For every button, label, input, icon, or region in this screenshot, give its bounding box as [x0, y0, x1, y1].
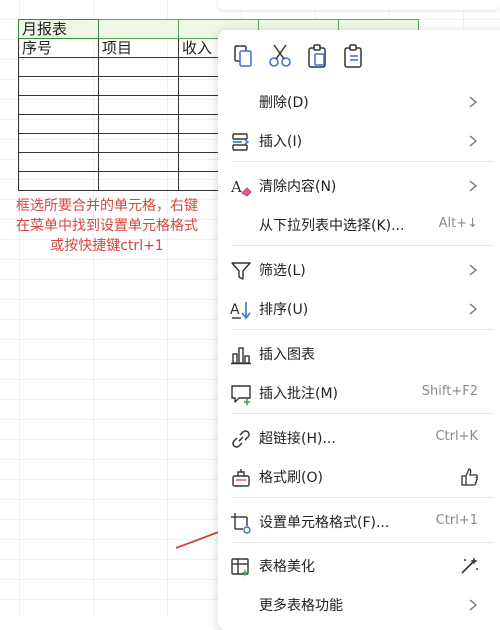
insert-icon — [232, 133, 250, 151]
menu-item-label: 插入批注(M) — [259, 386, 339, 402]
menu-separator — [232, 161, 494, 162]
menu-item-label: 从下拉列表中选择(K)... — [259, 218, 405, 234]
table-beautify-icon — [231, 558, 249, 577]
cell-format-icon — [231, 513, 251, 534]
chevron-right-icon — [469, 180, 478, 192]
menu-item-shortcut: Ctrl+K — [435, 429, 478, 444]
menu-item-shortcut: Shift+F2 — [421, 384, 478, 399]
menu-item-table-beautify[interactable]: 表格美化 — [218, 547, 500, 585]
header-cell-item[interactable]: 项目 — [98, 38, 179, 58]
menu-item-format-painter[interactable]: 格式刷(O) — [218, 458, 500, 496]
menu-item-label: 设置单元格格式(F)... — [259, 515, 390, 531]
cell-title[interactable]: 月报表 — [18, 19, 99, 39]
menu-item-format-cells[interactable]: 设置单元格格式(F)... Ctrl+1 — [218, 503, 500, 541]
menu-item-more-table-features[interactable]: 更多表格功能 — [218, 586, 500, 624]
annotation-line: 或按快捷键ctrl+1 — [50, 238, 164, 254]
cell[interactable] — [98, 57, 179, 77]
link-icon — [232, 430, 250, 448]
menu-separator — [232, 245, 494, 246]
cell[interactable] — [18, 57, 99, 77]
chart-icon — [231, 347, 251, 365]
menu-item-label: 格式刷(O) — [259, 470, 323, 486]
cell[interactable] — [98, 19, 179, 39]
comment-icon — [231, 385, 251, 405]
menu-separator — [232, 542, 494, 543]
menu-item-label: 筛选(L) — [259, 263, 306, 279]
cell[interactable] — [98, 171, 179, 191]
eraser-icon: A — [230, 178, 252, 197]
cut-icon[interactable] — [266, 42, 294, 70]
menu-item-insert-chart[interactable]: 插入图表 — [218, 335, 500, 373]
annotation-line: 在菜单中找到设置单元格格式 — [16, 218, 198, 234]
menu-item-label: 更多表格功能 — [259, 598, 343, 614]
cell[interactable] — [98, 95, 179, 115]
menu-item-label: 超链接(H)... — [259, 431, 336, 447]
thumbs-up-icon[interactable] — [458, 466, 480, 488]
format-brush-icon — [232, 469, 250, 487]
svg-text:A: A — [230, 302, 240, 318]
header-cell-index[interactable]: 序号 — [18, 38, 99, 58]
annotation-line: 框选所要合并的单元格，右键 — [16, 198, 198, 214]
chevron-right-icon — [469, 599, 478, 611]
menu-item-insert-comment[interactable]: 插入批注(M) Shift+F2 — [218, 374, 500, 412]
menu-item-label: 插入图表 — [259, 347, 315, 363]
paste-icon[interactable] — [304, 42, 332, 70]
cell[interactable] — [98, 114, 179, 134]
menu-item-shortcut: Alt+↓ — [438, 216, 478, 231]
menu-item-label: 删除(D) — [259, 95, 309, 111]
paste-special-icon[interactable] — [340, 42, 368, 70]
menu-item-label: 表格美化 — [259, 559, 315, 575]
menu-item-clear-contents[interactable]: A 清除内容(N) — [218, 167, 500, 205]
menu-item-hyperlink[interactable]: 超链接(H)... Ctrl+K — [218, 419, 500, 457]
menu-item-shortcut: Ctrl+1 — [435, 513, 478, 528]
menu-item-label: 清除内容(N) — [259, 179, 337, 195]
menu-separator — [232, 497, 494, 498]
chevron-right-icon — [469, 264, 478, 276]
cell[interactable] — [18, 76, 99, 96]
menu-separator — [232, 329, 494, 330]
filter-icon — [231, 262, 251, 280]
menu-separator — [232, 413, 494, 414]
cell[interactable] — [18, 152, 99, 172]
cell[interactable] — [18, 95, 99, 115]
menu-item-delete[interactable]: 删除(D) — [218, 83, 500, 121]
svg-text:A: A — [230, 178, 242, 196]
menu-item-filter[interactable]: 筛选(L) — [218, 251, 500, 289]
magic-wand-icon[interactable] — [458, 555, 480, 577]
chevron-right-icon — [469, 135, 478, 147]
background-menu-edge — [218, 0, 500, 10]
menu-item-label: 插入(I) — [259, 134, 303, 150]
menu-item-label: 排序(U) — [259, 302, 309, 318]
annotation-text: 框选所要合并的单元格，右键 在菜单中找到设置单元格格式 或按快捷键ctrl+1 — [2, 196, 212, 256]
menu-item-sort[interactable]: A 排序(U) — [218, 290, 500, 328]
chevron-right-icon — [469, 96, 478, 108]
cell[interactable] — [18, 114, 99, 134]
cell[interactable] — [18, 133, 99, 153]
sort-icon: A — [230, 302, 251, 320]
cell[interactable] — [98, 152, 179, 172]
copy-icon[interactable] — [230, 42, 258, 70]
chevron-right-icon — [469, 303, 478, 315]
context-menu[interactable]: 删除(D) 插入(I) A 清除内容(N) 从下拉列表中选择(K)... Alt… — [218, 30, 500, 630]
menu-item-insert[interactable]: 插入(I) — [218, 122, 500, 160]
cell[interactable] — [98, 76, 179, 96]
cell[interactable] — [18, 171, 99, 191]
cell[interactable] — [98, 133, 179, 153]
menu-item-pick-from-list[interactable]: 从下拉列表中选择(K)... Alt+↓ — [218, 206, 500, 244]
